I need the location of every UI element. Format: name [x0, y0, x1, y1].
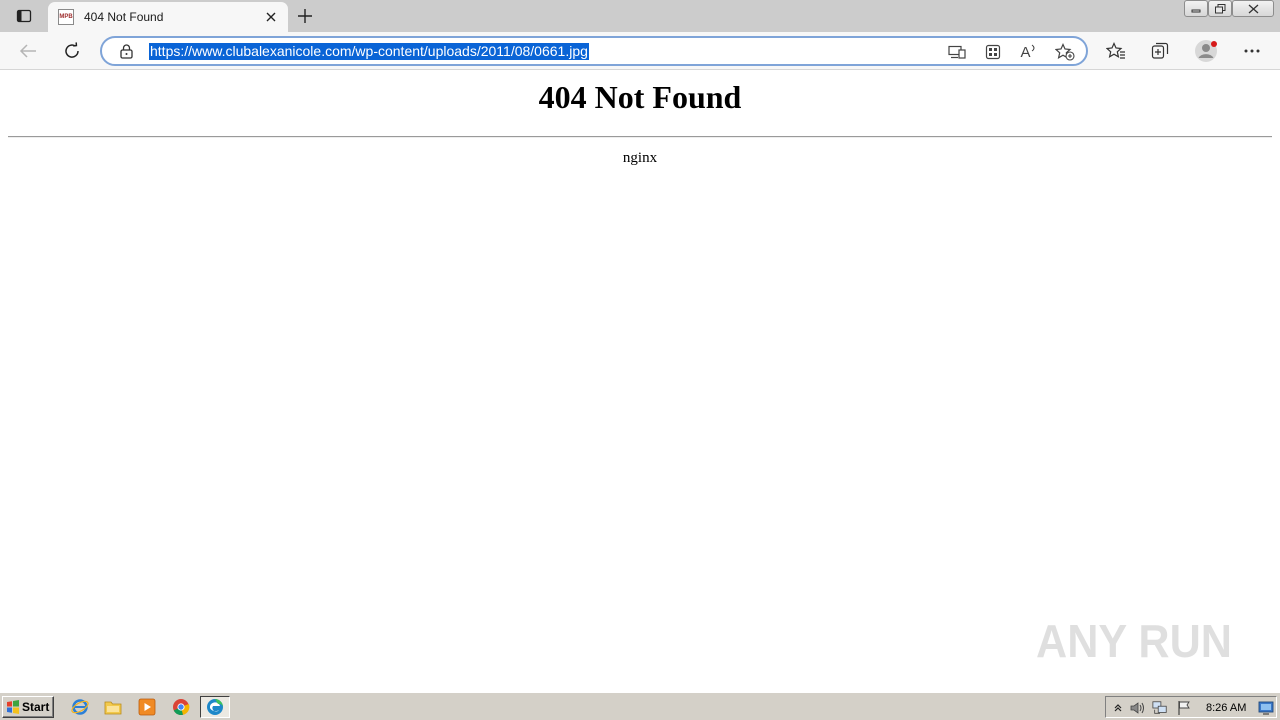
arrow-left-icon — [19, 44, 36, 58]
anyrun-watermark: ANY RUN — [1036, 615, 1232, 667]
tab-actions-button[interactable] — [8, 4, 40, 28]
read-aloud-icon[interactable]: A — [1019, 42, 1039, 62]
internet-explorer-icon — [71, 699, 89, 715]
tab-title: 404 Not Found — [84, 10, 164, 24]
avatar-icon — [1195, 40, 1217, 62]
minimize-icon — [1191, 9, 1201, 12]
back-button[interactable] — [13, 36, 43, 66]
favorites-button[interactable] — [1101, 36, 1131, 66]
start-button[interactable]: Start — [2, 696, 54, 718]
window-minimize-button[interactable] — [1184, 0, 1208, 17]
plus-icon — [298, 9, 312, 23]
window-restore-button[interactable] — [1208, 0, 1232, 17]
restore-icon — [1214, 3, 1225, 13]
lock-icon[interactable] — [118, 43, 134, 59]
tray-show-hidden-icon[interactable] — [1110, 700, 1126, 716]
taskbar: Start 8:26 AM — [0, 692, 1280, 720]
favorites-icon — [1106, 42, 1125, 59]
address-bar[interactable]: https://www.clubalexanicole.com/wp-conte… — [100, 36, 1088, 66]
window-close-button[interactable] — [1232, 0, 1274, 17]
taskbar-media-player[interactable] — [134, 696, 160, 718]
network-icon[interactable] — [1152, 700, 1168, 716]
watermark-text: ANY RUN — [1036, 615, 1232, 667]
taskbar-internet-explorer[interactable] — [67, 696, 93, 718]
page-title: 404 Not Found — [538, 79, 742, 115]
tab-close-button[interactable] — [262, 8, 280, 26]
read-aloud-label: A — [1020, 43, 1031, 61]
collections-icon — [1151, 42, 1169, 59]
system-tray: 8:26 AM — [1105, 696, 1277, 718]
profile-button[interactable] — [1191, 36, 1221, 66]
media-player-icon — [138, 698, 156, 716]
start-label: Start — [22, 700, 50, 714]
taskbar-edge[interactable] — [200, 696, 230, 718]
refresh-icon — [65, 42, 79, 58]
volume-icon[interactable] — [1130, 700, 1146, 716]
tray-clock[interactable]: 8:26 AM — [1206, 700, 1246, 716]
tab-active[interactable]: MPB 404 Not Found — [48, 2, 288, 32]
apps-icon[interactable] — [983, 42, 1003, 62]
tab-strip: MPB 404 Not Found — [0, 0, 1280, 32]
more-icon — [1244, 49, 1260, 53]
show-desktop-icon[interactable] — [1258, 700, 1274, 716]
page-content: 404 Not Found nginx ANY RUN — [0, 71, 1280, 692]
settings-menu-button[interactable] — [1237, 36, 1267, 66]
new-tab-button[interactable] — [294, 5, 316, 27]
horizontal-rule — [8, 136, 1272, 138]
action-center-flag-icon[interactable] — [1176, 700, 1192, 716]
file-explorer-icon — [104, 701, 122, 715]
url-input[interactable]: https://www.clubalexanicole.com/wp-conte… — [149, 43, 589, 60]
taskbar-file-explorer[interactable] — [100, 696, 126, 718]
close-icon — [266, 12, 276, 22]
tab-actions-icon — [16, 9, 32, 23]
collections-button[interactable] — [1145, 36, 1175, 66]
windows-logo-icon — [7, 700, 19, 714]
add-favorite-icon[interactable] — [1055, 42, 1075, 62]
refresh-button[interactable] — [57, 36, 87, 66]
taskbar-chrome[interactable] — [168, 696, 194, 718]
chrome-icon — [173, 699, 190, 716]
immersive-reader-icon[interactable] — [947, 42, 967, 62]
site-favicon-icon: MPB — [58, 9, 74, 25]
browser-toolbar: https://www.clubalexanicole.com/wp-conte… — [0, 32, 1280, 70]
edge-icon — [207, 699, 223, 715]
server-name: nginx — [622, 150, 658, 166]
close-icon — [1248, 4, 1258, 13]
